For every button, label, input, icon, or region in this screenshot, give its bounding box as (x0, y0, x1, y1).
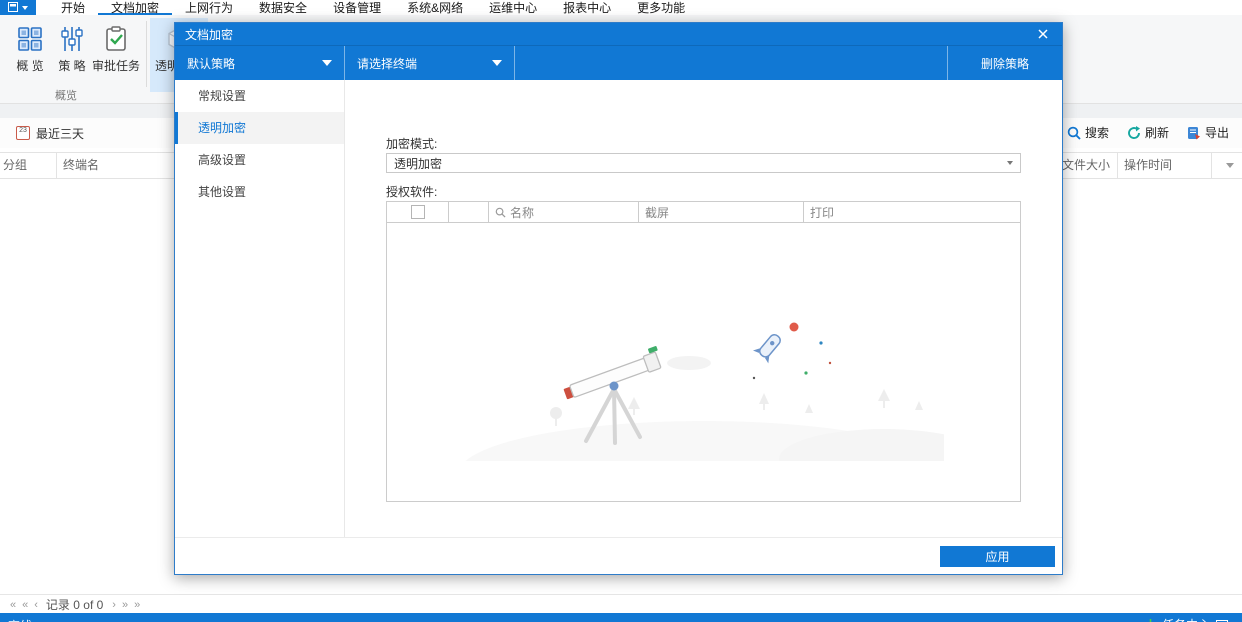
chevron-down-icon (1007, 161, 1013, 165)
window-grid-icon (8, 2, 20, 13)
menu-tab-doc-encryption[interactable]: 文档加密 (98, 0, 172, 15)
menu-tab-data-security[interactable]: 数据安全 (246, 0, 320, 15)
authorized-software-label: 授权软件: (386, 183, 1021, 197)
encryption-mode-label: 加密模式: (386, 135, 1021, 149)
prev-page-button[interactable]: ‹ (34, 599, 37, 611)
chevron-down-icon (322, 60, 332, 66)
policy-dropdown[interactable]: 默认策略 (175, 46, 345, 80)
toolbar-spacer (515, 46, 947, 80)
taskbar-right: 任务中心 (1145, 616, 1228, 622)
column-header-terminal-name[interactable]: 终端名 (57, 153, 177, 178)
fast-next-button[interactable]: » (122, 599, 127, 611)
dialog-title: 文档加密 (185, 26, 1034, 43)
select-all-checkbox[interactable] (411, 205, 425, 219)
rocket (752, 330, 785, 364)
encryption-mode-value: 透明加密 (394, 155, 442, 172)
nav-item-transparent-encryption[interactable]: 透明加密 (175, 112, 344, 144)
delete-policy-button[interactable]: 删除策略 (947, 46, 1062, 80)
column-chooser-caret-icon[interactable] (1226, 163, 1234, 168)
app-window: 开始 文档加密 上网行为 数据安全 设备管理 系统&网络 运维中心 报表中心 更… (0, 0, 1242, 622)
menu-tab-system-network[interactable]: 系统&网络 (394, 0, 476, 15)
refresh-button[interactable]: 刷新 (1122, 120, 1174, 145)
menu-tab-web-behavior[interactable]: 上网行为 (172, 0, 246, 15)
doc-encryption-dialog: 文档加密 默认策略 请选择终端 删除策略 常规设置 透明加密 高级设置 其他设置 (174, 22, 1063, 575)
pagination-bar: « « ‹ 记录 0 of 0 › » » (0, 594, 1242, 614)
calendar-icon: 23 (16, 126, 30, 140)
policy-dropdown-value: 默认策略 (187, 55, 322, 72)
empty-state-illustration (464, 301, 944, 461)
print-column-header[interactable]: 打印 (804, 202, 1020, 222)
terminal-dropdown[interactable]: 请选择终端 (345, 46, 515, 80)
software-table-body (387, 223, 1020, 501)
first-page-button[interactable]: « (10, 599, 15, 611)
status-taskbar: 离线 任务中心 (0, 613, 1242, 622)
ribbon-separator (146, 21, 147, 87)
ribbon-button-overview[interactable]: 概 览 (8, 18, 52, 88)
select-all-cell (387, 202, 449, 222)
screenshot-column-header[interactable]: 截屏 (639, 202, 804, 222)
task-center-button[interactable]: 任务中心 (1162, 616, 1210, 622)
sliders-icon (59, 26, 85, 52)
date-filter-label: 最近三天 (36, 125, 84, 142)
terminal-dropdown-value: 请选择终端 (357, 55, 492, 72)
connection-status-label: 离线 (8, 617, 32, 622)
dialog-footer: 应用 (175, 537, 1062, 574)
dialog-body: 常规设置 透明加密 高级设置 其他设置 加密模式: 透明加密 授权软件: (175, 80, 1062, 537)
chevron-down-icon (22, 6, 28, 10)
nav-item-other-settings[interactable]: 其他设置 (175, 176, 344, 208)
planet-dot (789, 323, 798, 332)
ribbon-button-approval-tasks[interactable]: 审批任务 (92, 18, 140, 88)
menu-tab-more[interactable]: 更多功能 (624, 0, 698, 15)
ribbon-button-label: 概 览 (16, 57, 43, 74)
authorized-software-table: 名称 截屏 打印 (386, 201, 1021, 502)
dialog-title-bar: 文档加密 (175, 23, 1062, 45)
search-button-label: 搜索 (1085, 124, 1109, 141)
date-filter-button[interactable]: 23 最近三天 (16, 125, 84, 142)
column-header-operation-time[interactable]: 操作时间 (1118, 153, 1212, 178)
export-button[interactable]: 导出 (1182, 120, 1234, 145)
close-icon[interactable] (1034, 25, 1052, 43)
search-button[interactable]: 搜索 (1062, 120, 1114, 145)
grid-icon (17, 26, 43, 52)
clipboard-check-icon (103, 26, 129, 52)
ribbon-button-label: 审批任务 (92, 57, 140, 74)
index-column-header (449, 202, 489, 222)
chevron-down-icon (492, 60, 502, 66)
last-page-button[interactable]: » (134, 599, 139, 611)
dialog-toolbar: 默认策略 请选择终端 删除策略 (175, 45, 1062, 80)
dialog-nav: 常规设置 透明加密 高级设置 其他设置 (175, 80, 345, 537)
name-column-header[interactable]: 名称 (489, 202, 639, 222)
dialog-content: 加密模式: 透明加密 授权软件: (345, 80, 1062, 537)
column-header-group[interactable]: 分组 (0, 153, 57, 178)
nav-item-advanced-settings[interactable]: 高级设置 (175, 144, 344, 176)
menu-items: 开始 文档加密 上网行为 数据安全 设备管理 系统&网络 运维中心 报表中心 更… (48, 0, 698, 15)
name-column-label: 名称 (510, 204, 534, 221)
app-menu-button[interactable] (0, 0, 36, 15)
next-page-button[interactable]: › (112, 599, 115, 611)
menu-tab-start[interactable]: 开始 (48, 0, 98, 15)
ribbon-button-label: 策 略 (58, 57, 85, 74)
menu-tab-ops-center[interactable]: 运维中心 (476, 0, 550, 15)
export-icon (1187, 126, 1201, 140)
nav-item-general-settings[interactable]: 常规设置 (175, 80, 344, 112)
software-table-header: 名称 截屏 打印 (387, 202, 1020, 223)
menu-tab-device-mgmt[interactable]: 设备管理 (320, 0, 394, 15)
ribbon-group-label: 概览 (0, 87, 132, 103)
apply-button[interactable]: 应用 (940, 546, 1055, 567)
column-header-file-size[interactable]: 文件大小 (1056, 153, 1118, 178)
record-count-label: 记录 0 of 0 (46, 596, 103, 613)
encryption-mode-select[interactable]: 透明加密 (386, 153, 1021, 173)
search-icon (495, 207, 506, 218)
refresh-button-label: 刷新 (1145, 124, 1169, 141)
ribbon-button-policy[interactable]: 策 略 (50, 18, 94, 88)
menu-tab-report-center[interactable]: 报表中心 (550, 0, 624, 15)
search-icon (1067, 126, 1081, 140)
fast-prev-button[interactable]: « (22, 599, 27, 611)
refresh-icon (1127, 126, 1141, 140)
menu-bar: 开始 文档加密 上网行为 数据安全 设备管理 系统&网络 运维中心 报表中心 更… (0, 0, 1242, 15)
export-button-label: 导出 (1205, 124, 1229, 141)
